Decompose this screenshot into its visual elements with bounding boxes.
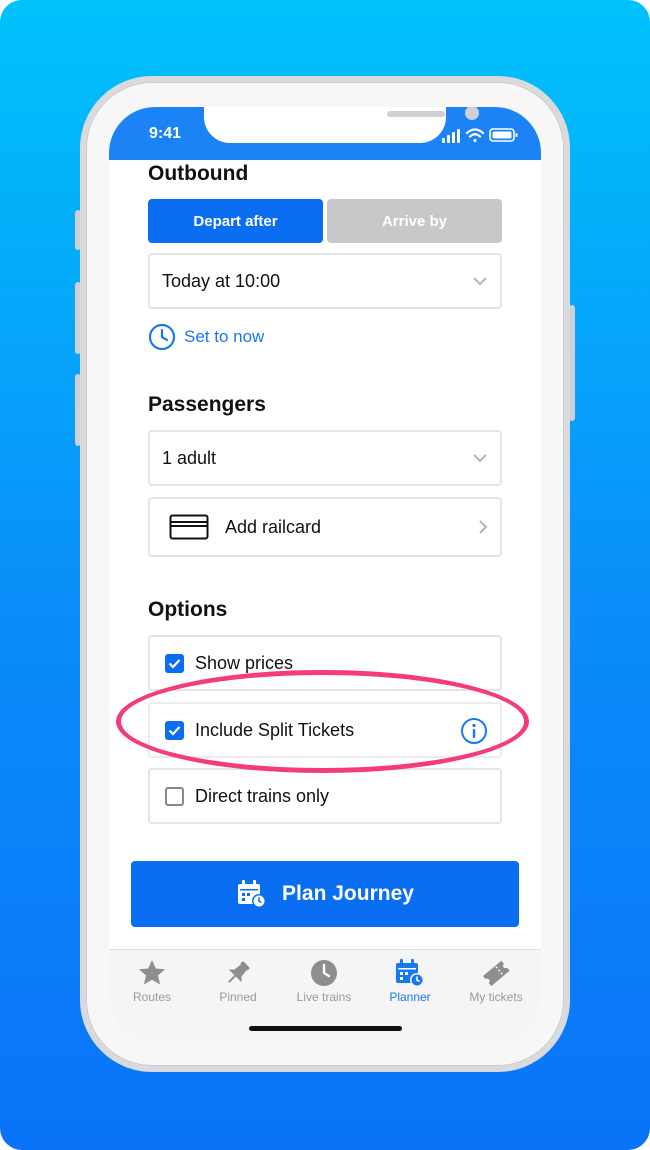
- promo-background: 9:41 Outbound Depart after Arrive by Tod…: [0, 0, 650, 1150]
- show-prices-checkbox[interactable]: [165, 653, 184, 673]
- highlight-ellipse: [116, 670, 529, 773]
- outbound-title: Outbound: [148, 162, 249, 185]
- set-to-now-label: Set to now: [184, 327, 265, 346]
- tab-bar: Routes Pinned Live trains Planner My tic…: [109, 949, 541, 1042]
- phone-camera: [465, 107, 479, 120]
- railcard-icon: [169, 514, 209, 540]
- direct-trains-label: Direct trains only: [195, 785, 330, 806]
- add-railcard-row[interactable]: Add railcard: [148, 497, 502, 557]
- star-icon: [139, 960, 165, 985]
- plan-journey-label: Plan Journey: [282, 882, 414, 905]
- options-title: Options: [148, 598, 228, 621]
- phone-screen: 9:41 Outbound Depart after Arrive by Tod…: [109, 107, 541, 1042]
- depart-after-button[interactable]: Depart after: [148, 199, 323, 243]
- direct-trains-checkbox[interactable]: [165, 786, 184, 806]
- tab-planner-label: Planner: [389, 990, 431, 1004]
- tab-live-trains-label: Live trains: [296, 990, 352, 1004]
- tab-planner[interactable]: Planner: [367, 956, 453, 1004]
- passenger-count-select[interactable]: 1 adult: [148, 430, 502, 486]
- calendar-icon: [396, 959, 424, 987]
- phone-speaker: [387, 111, 445, 117]
- chevron-down-icon: [473, 454, 487, 463]
- tab-live-trains[interactable]: Live trains: [281, 956, 367, 1004]
- status-bar: 9:41: [109, 107, 541, 160]
- ticket-icon: [482, 960, 510, 987]
- tab-routes[interactable]: Routes: [109, 956, 195, 1004]
- plan-journey-button[interactable]: Plan Journey: [131, 861, 519, 927]
- arrive-by-button[interactable]: Arrive by: [327, 199, 502, 243]
- tab-my-tickets[interactable]: My tickets: [453, 956, 539, 1004]
- set-to-now-link[interactable]: Set to now: [148, 323, 264, 351]
- pin-icon: [228, 961, 250, 983]
- clock-icon: [148, 323, 176, 351]
- battery-icon: [489, 128, 518, 142]
- option-direct-trains-only[interactable]: Direct trains only: [148, 768, 502, 824]
- chevron-right-icon: [479, 520, 488, 534]
- tab-routes-label: Routes: [132, 990, 172, 1004]
- checkmark-icon: [168, 658, 181, 669]
- tab-my-tickets-label: My tickets: [469, 990, 523, 1004]
- calendar-clock-icon: [238, 880, 267, 908]
- add-railcard-label: Add railcard: [225, 516, 322, 537]
- wifi-icon: [465, 128, 485, 143]
- status-icons: [442, 128, 518, 143]
- tab-pinned[interactable]: Pinned: [195, 956, 281, 1004]
- tab-pinned-label: Pinned: [219, 990, 257, 1004]
- phone-notch: [204, 107, 479, 143]
- signal-icon: [442, 129, 460, 143]
- chevron-down-icon: [473, 277, 487, 286]
- passengers-title: Passengers: [148, 393, 266, 416]
- datetime-value: Today at 10:00: [162, 270, 281, 291]
- home-indicator: [249, 1026, 402, 1031]
- datetime-select[interactable]: Today at 10:00: [148, 253, 502, 309]
- clock-icon: [311, 960, 337, 986]
- status-time: 9:41: [149, 125, 182, 142]
- passenger-count-value: 1 adult: [162, 447, 217, 468]
